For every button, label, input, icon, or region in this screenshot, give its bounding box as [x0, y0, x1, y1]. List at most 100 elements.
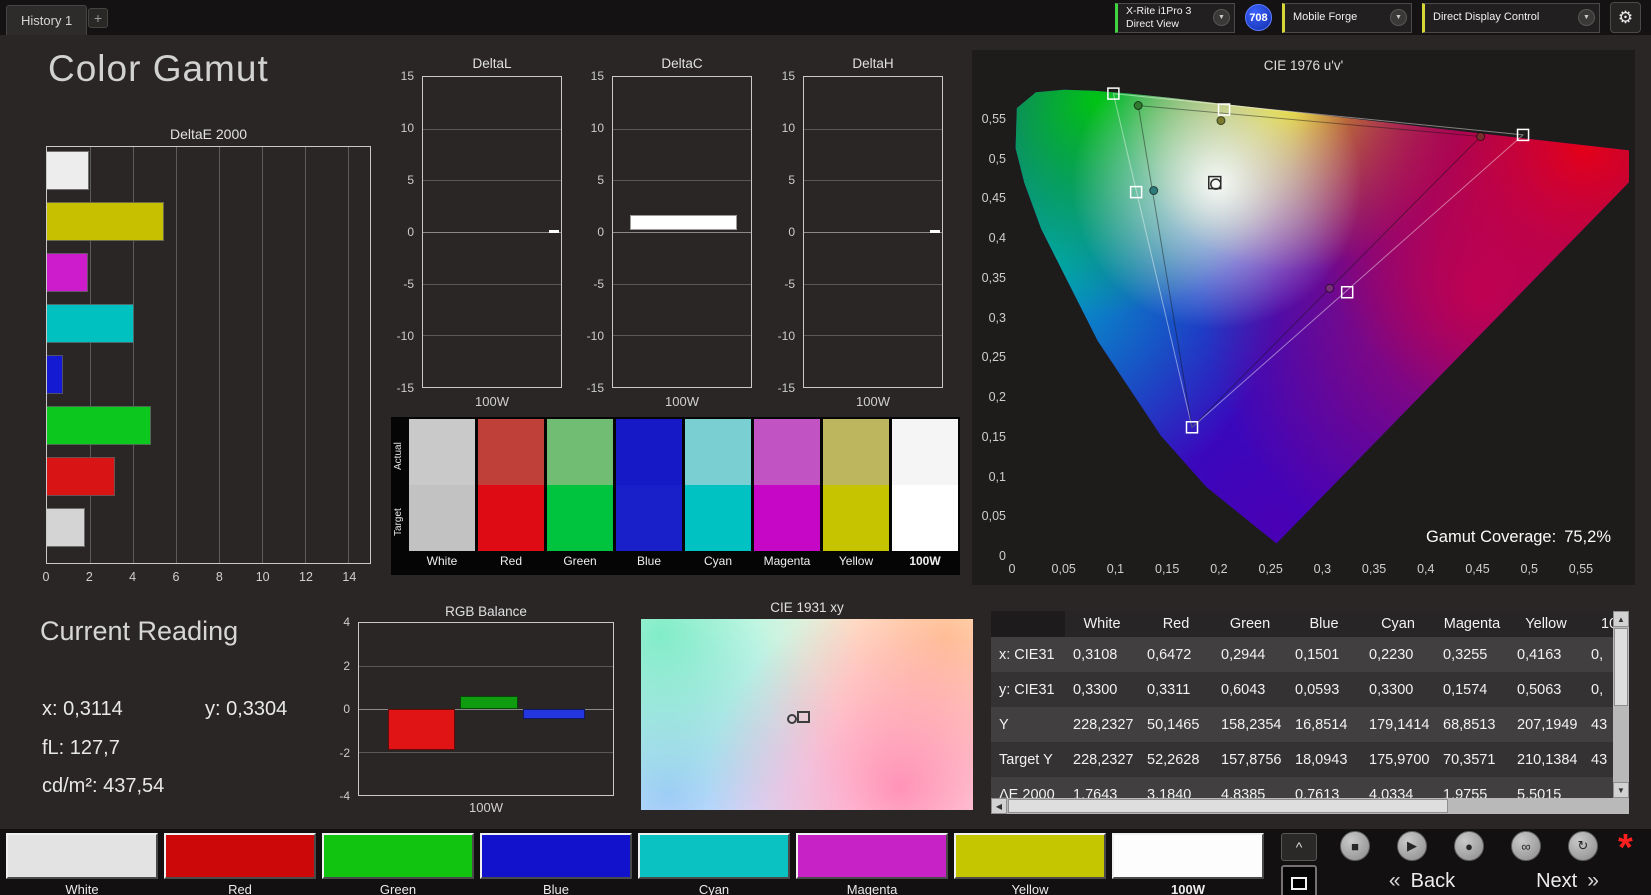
pattern-button-100w[interactable] [1112, 833, 1264, 879]
deltae-bar-magenta [47, 253, 88, 292]
settings-button[interactable]: ⚙ [1610, 2, 1641, 33]
chevron-down-icon[interactable]: ▼ [1390, 9, 1407, 26]
next-button[interactable]: Next » [1500, 868, 1635, 894]
table-cell: 0,0593 [1287, 672, 1361, 707]
strip-chart-plot [612, 76, 752, 388]
add-tab-button[interactable]: + [88, 8, 108, 28]
axis-tick-label: -5 [784, 277, 795, 291]
pattern-button-wrap: Red [164, 833, 316, 895]
table-cell: 0,4163 [1509, 637, 1583, 672]
table-cell: 0,3311 [1139, 672, 1213, 707]
x-axis-label: 100W [475, 394, 509, 409]
table-cell: 228,2327 [1065, 742, 1139, 777]
pattern-button-white[interactable] [6, 833, 158, 879]
page-title: Color Gamut [48, 48, 269, 89]
table-row: Y 228,2327 50,1465 158,2354 16,8514 179,1414 6… [991, 707, 1613, 742]
cie-1976-y-axis: 0 0,05 0,1 0,15 0,2 0,25 0,3 0,35 0,4 0,45 0,5 0,55 [974, 76, 1010, 563]
axis-tick-label: 0 [1008, 562, 1016, 576]
current-reading-title: Current Reading [40, 616, 239, 646]
scroll-down-button[interactable]: ▼ [1613, 782, 1629, 798]
measured-marker-cyan [1149, 186, 1159, 196]
refresh-button[interactable]: ↻ [1568, 831, 1598, 861]
grid-line [804, 335, 942, 337]
cie-1931-title: CIE 1931 xy [770, 600, 844, 615]
meter-selector[interactable]: X-Rite i1Pro 3 Direct View ▼ [1115, 2, 1235, 33]
table-cell: 0,1501 [1287, 637, 1361, 672]
target-swatch [685, 485, 751, 551]
actual-swatch [685, 419, 751, 485]
axis-tick-label: 0,25 [1258, 562, 1283, 576]
display-control-selector[interactable]: Direct Display Control ▼ [1422, 2, 1600, 33]
record-button[interactable]: ● [1454, 831, 1484, 861]
pattern-button-magenta[interactable] [796, 833, 948, 879]
swatch-column-white: White [409, 419, 475, 573]
horizontal-scroll-thumb[interactable] [1008, 799, 1448, 813]
axis-tick-label: -10 [777, 329, 795, 343]
table-cell: 157,8756 [1213, 742, 1287, 777]
spectral-locus-fill [1015, 89, 1629, 544]
grid-line [423, 128, 561, 130]
target-swatch [547, 485, 613, 551]
axis-tick-label: 0,45 [1465, 562, 1490, 576]
table-cell: 0,3300 [1361, 672, 1435, 707]
scroll-left-button[interactable]: ◀ [991, 798, 1007, 814]
pattern-label: Red [228, 882, 252, 895]
swatch-columns: White Red Green Blue Cyan Magenta Yellow 100W [409, 419, 958, 573]
chevron-down-icon[interactable]: ▼ [1578, 9, 1595, 26]
collapse-panel-button[interactable]: ^ [1281, 833, 1317, 861]
reading-marker-square [797, 710, 811, 723]
tab-history-1[interactable]: History 1 [6, 5, 88, 35]
deltae-bar-white [47, 508, 85, 547]
scroll-up-button[interactable]: ▲ [1613, 611, 1629, 627]
pattern-button-wrap: Cyan [638, 833, 790, 895]
swatch-label: Blue [636, 554, 662, 568]
axis-tick-label: 4 [129, 570, 137, 584]
pattern-button-green[interactable] [322, 833, 474, 879]
pattern-buttons: White Red Green Blue Cyan Magenta Yellow 100W [6, 833, 1264, 895]
back-button[interactable]: « Back [1352, 868, 1492, 894]
axis-tick-label: 5 [407, 173, 414, 187]
table-cell: 3,1840 [1139, 777, 1213, 798]
column-header-cyan: Cyan [1361, 611, 1435, 637]
pattern-button-blue[interactable] [480, 833, 632, 879]
column-header-white: White [1065, 611, 1139, 637]
table-row: x: CIE31 0,3108 0,6472 0,2944 0,1501 0,2230 0,… [991, 637, 1613, 672]
axis-tick-label: 0,2 [1210, 562, 1228, 576]
display-control-label: Direct Display Control [1433, 11, 1540, 24]
play-button[interactable]: ▶ [1397, 831, 1427, 861]
cie-1931-panel [641, 619, 973, 810]
reading-x-value: x: 0,3114 [42, 698, 123, 720]
swatch-column-green: Green [547, 419, 613, 573]
chevron-down-icon[interactable]: ▼ [1213, 9, 1230, 26]
row-label: ΔE 2000 [991, 777, 1065, 798]
grid-line [423, 180, 561, 182]
table-cell: 0,7613 [1287, 777, 1361, 798]
measurement-table-panel: WhiteRedGreenBlueCyanMagentaYellow100W x:… [991, 611, 1629, 814]
source-selector[interactable]: Mobile Forge ▼ [1282, 2, 1412, 33]
strip-chart-title: DeltaH [852, 56, 894, 71]
app-window: History 1 + X-Rite i1Pro 3 Direct View ▼… [0, 0, 1651, 895]
table-cell: 0,6472 [1139, 637, 1213, 672]
pattern-button-red[interactable] [164, 833, 316, 879]
axis-tick-label: -5 [593, 277, 604, 291]
vertical-scroll-thumb[interactable] [1614, 628, 1628, 706]
table-vertical-scrollbar[interactable]: ▲ ▼ [1613, 611, 1629, 798]
pattern-window-button[interactable] [1281, 865, 1317, 895]
measurement-count-badge: 708 [1245, 4, 1272, 31]
table-horizontal-scrollbar[interactable]: ◀ ▶ [991, 798, 1629, 814]
axis-tick-label: 5 [788, 173, 795, 187]
column-header-blue: Blue [1287, 611, 1361, 637]
table-cell: 18,0943 [1287, 742, 1361, 777]
target-swatch [409, 485, 475, 551]
pattern-button-yellow[interactable] [954, 833, 1106, 879]
pattern-button-cyan[interactable] [638, 833, 790, 879]
stop-button[interactable]: ■ [1340, 831, 1370, 861]
rgb-bar-green [460, 695, 518, 709]
column-header-green: Green [1213, 611, 1287, 637]
axis-tick-label: 2 [85, 570, 93, 584]
table-cell: 158,2354 [1213, 707, 1287, 742]
axis-tick-label: 0,05 [981, 509, 1006, 524]
loop-button[interactable]: ∞ [1511, 831, 1541, 861]
swatch-column-yellow: Yellow [823, 419, 889, 573]
y-axis-labels: -15 -10 -5 0 5 10 15 [392, 69, 418, 395]
